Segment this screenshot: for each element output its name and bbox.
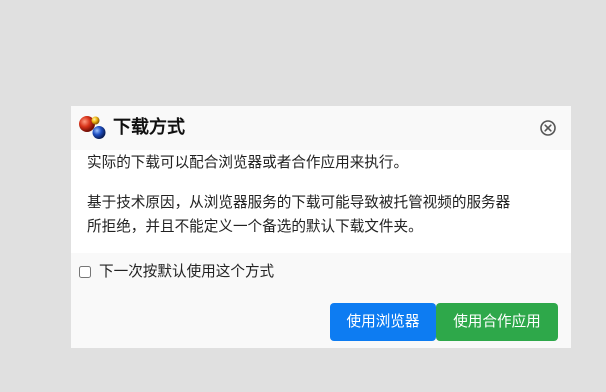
close-icon[interactable]	[538, 118, 558, 138]
remember-choice-row[interactable]: 下一次按默认使用这个方式	[79, 260, 274, 284]
download-method-dialog: 下载方式 实际的下载可以配合浏览器或者合作应用来执行。 基于技术原因，从浏览器服…	[71, 106, 571, 348]
message-text: 实际的下载可以配合浏览器或者合作应用来执行。	[87, 154, 409, 171]
remember-choice-checkbox[interactable]	[79, 266, 91, 278]
use-browser-button[interactable]: 使用浏览器	[330, 303, 436, 341]
remember-choice-label: 下一次按默认使用这个方式	[99, 263, 275, 280]
message-text: 所拒绝，并且不能定义一个备选的默认下载文件夹。	[87, 218, 423, 235]
dialog-title: 下载方式	[113, 117, 185, 138]
use-helper-app-button[interactable]: 使用合作应用	[436, 303, 558, 341]
app-logo-icon	[79, 116, 106, 139]
dialog-header: 下载方式	[71, 106, 571, 150]
message-panel: 实际的下载可以配合浏览器或者合作应用来执行。 基于技术原因，从浏览器服务的下载可…	[71, 150, 571, 253]
message-text: 基于技术原因，从浏览器服务的下载可能导致被托管视频的服务器	[87, 194, 511, 211]
